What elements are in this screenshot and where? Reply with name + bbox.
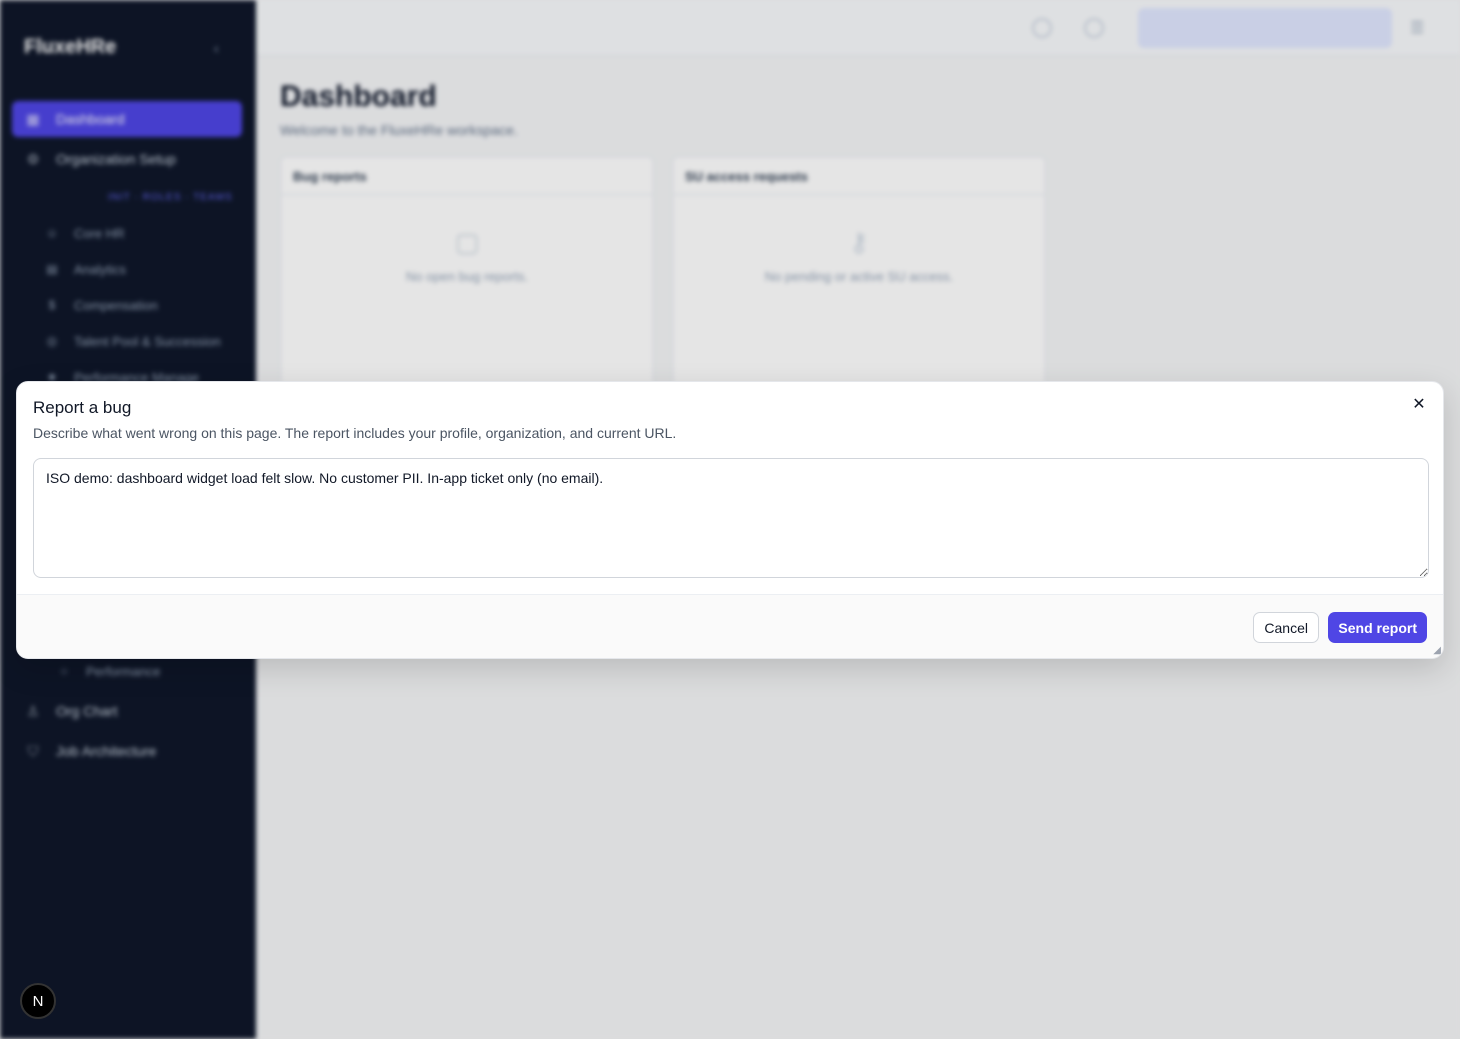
close-icon[interactable]: ✕ [1409, 394, 1429, 414]
resize-handle-icon[interactable]: ◢ [1433, 645, 1441, 656]
cancel-button[interactable]: Cancel [1253, 612, 1319, 643]
bug-report-textarea[interactable]: ISO demo: dashboard widget load felt slo… [33, 458, 1429, 578]
dialog-footer: Cancel Send report [17, 594, 1443, 658]
report-bug-dialog: Report a bug Describe what went wrong on… [16, 381, 1444, 659]
send-report-button[interactable]: Send report [1328, 612, 1427, 643]
n-badge[interactable]: N [20, 983, 56, 1019]
dialog-title: Report a bug [33, 398, 132, 417]
dialog-description: Describe what went wrong on this page. T… [33, 425, 677, 441]
